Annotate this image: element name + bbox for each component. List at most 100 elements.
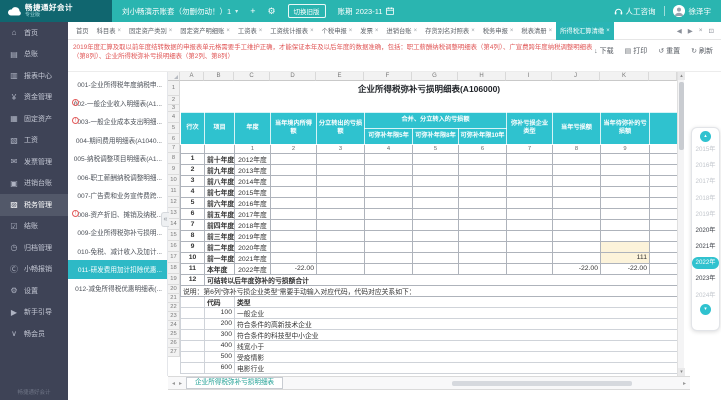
scroll-years-up-button[interactable]: ▴ [700,131,711,142]
cell-value[interactable] [270,185,317,198]
code-cell[interactable] [180,295,205,308]
account-set-selector[interactable]: 刘小畅演示账套（勿删勿动！）1 ▾ [122,6,238,17]
cell-value[interactable] [600,229,650,242]
cell-rowno[interactable]: 8 [180,229,205,242]
cell-value[interactable] [270,152,317,165]
select-all-corner[interactable] [168,72,180,81]
tab-item[interactable]: 固定资产明细账 × [176,22,234,40]
column-letter[interactable]: A [180,72,204,81]
cell-item[interactable]: 前三年度 [204,229,235,242]
cell-rowno[interactable]: 9 [180,240,205,253]
colnum-cell[interactable]: 1 [234,143,271,154]
header-cell[interactable]: 当年亏损额 [552,111,601,145]
sidebar-item-tax[interactable]: ▨ 税务管理 [0,194,68,216]
cell-value[interactable] [648,163,679,176]
scroll-years-down-button[interactable]: ▾ [700,303,711,315]
colnum-cell[interactable]: 6 [458,143,507,154]
user-menu[interactable]: 徐泽宇 [672,5,711,17]
report-list-item[interactable]: 004-期间费用明细表(A1040... [68,131,167,150]
colnum-cell[interactable]: 3 [316,143,365,154]
cell-value[interactable] [648,262,679,275]
colnum-cell[interactable] [648,143,679,154]
column-letter[interactable]: F [364,72,412,81]
report-list-item[interactable]: 012-减免所得税优惠明细表(... [68,279,167,298]
toolbar-download-button[interactable]: ↓ 下载 [594,46,614,56]
note-cell[interactable]: 说明：第6列“弥补亏损企业类型”需要手动输入对应代码，代码对应关系如下： [179,284,679,297]
sidebar-item-reimburse[interactable]: Ⓒ 小畅报销 [0,259,68,281]
colnum-cell[interactable]: 9 [600,143,650,154]
row-number[interactable]: 1 [168,81,180,96]
scrollbar-thumb[interactable] [679,82,684,150]
sidebar-item-member[interactable]: ∨ 畅会员 [0,323,68,345]
close-icon[interactable]: × [471,28,475,34]
close-icon[interactable]: × [414,28,418,34]
row-number[interactable]: 18 [168,263,180,274]
cell-value[interactable] [552,196,601,209]
header-cell[interactable]: 分立转出的亏损额 [316,111,365,145]
tab-item[interactable]: 发票 × [356,22,382,40]
cell-year[interactable]: 2013年度 [234,163,271,176]
cell-value[interactable] [552,163,601,176]
column-letter[interactable]: C [234,72,270,81]
sidebar-item-invoice[interactable]: ✉ 发票管理 [0,151,68,173]
header-cell[interactable]: 行次 [180,111,205,145]
row-number[interactable]: 8 [168,153,180,164]
code-type-cell[interactable]: 电影行业 [233,361,679,374]
cell-value[interactable] [458,163,507,176]
cell-value[interactable] [316,174,365,187]
row-number[interactable]: 19 [168,274,180,285]
cell-value[interactable] [506,185,553,198]
cell-rowno[interactable]: 6 [180,207,205,220]
year-item[interactable]: 2020年 [692,223,719,239]
close-icon[interactable]: × [510,28,514,34]
sidebar-item-funds[interactable]: ¥ 资金管理 [0,87,68,109]
cell-value[interactable] [600,196,650,209]
cell-year[interactable]: 2016年度 [234,196,271,209]
cell-value[interactable]: -22.00 [600,262,650,275]
cell-value[interactable] [458,207,507,220]
cell-value[interactable] [316,196,365,209]
cell-value[interactable] [552,207,601,220]
cell-value[interactable] [458,251,507,264]
sidebar-item-archive[interactable]: ◷ 归档管理 [0,237,68,259]
cell-value[interactable] [316,207,365,220]
cell-item[interactable]: 前一年度 [204,251,235,264]
cell-value[interactable] [412,251,459,264]
cell-value[interactable] [412,207,459,220]
header-cell[interactable]: 可弥补年限5年 [364,127,413,145]
row-number[interactable]: 24 [168,321,180,330]
cell-value[interactable] [270,174,317,187]
sidebar-item-inventory[interactable]: ▣ 进销台账 [0,173,68,195]
cell-value[interactable] [364,207,413,220]
sheet-title-cell[interactable]: 企业所得税弥补亏损明细表(A106000) [181,81,678,96]
toolbar-refresh-button[interactable]: ↻ 刷新 [691,46,713,56]
header-cell[interactable]: 当年境内所得额 [270,111,317,145]
cell-rowno[interactable]: 3 [180,174,205,187]
header-group-cell[interactable]: 合并、分立转入的亏损额 [364,111,507,129]
row-number[interactable]: 25 [168,330,180,339]
cell-value[interactable] [458,185,507,198]
cell-value[interactable] [506,163,553,176]
tab-item[interactable]: 科目表 × [93,22,125,40]
cell-value[interactable] [600,174,650,187]
code-cell[interactable] [180,350,205,363]
close-icon[interactable]: × [606,28,610,34]
header-cell[interactable]: 可弥补年限8年 [412,127,459,145]
cell-value[interactable] [364,196,413,209]
close-icon[interactable]: × [310,28,314,34]
row-number[interactable]: 23 [168,312,180,321]
report-list-item[interactable]: 007-广告费和业务宣传费跨... [68,186,167,205]
switch-old-version-button[interactable]: 切换旧版 [287,4,326,18]
tab-item[interactable]: 首页 [72,22,93,40]
cell-value[interactable]: -22.00 [552,262,601,275]
cell-value[interactable] [648,251,679,264]
close-icon[interactable]: × [117,28,121,34]
row-number[interactable]: 7 [168,144,180,153]
cell-year[interactable]: 2017年度 [234,207,271,220]
code-value-cell[interactable]: 400 [204,339,235,352]
column-letter[interactable]: K [600,72,649,81]
cell-value[interactable] [506,229,553,242]
cell-value[interactable] [270,218,317,231]
code-type-cell[interactable]: 一般企业 [233,306,679,319]
cell-rowno[interactable]: 12 [180,273,205,286]
